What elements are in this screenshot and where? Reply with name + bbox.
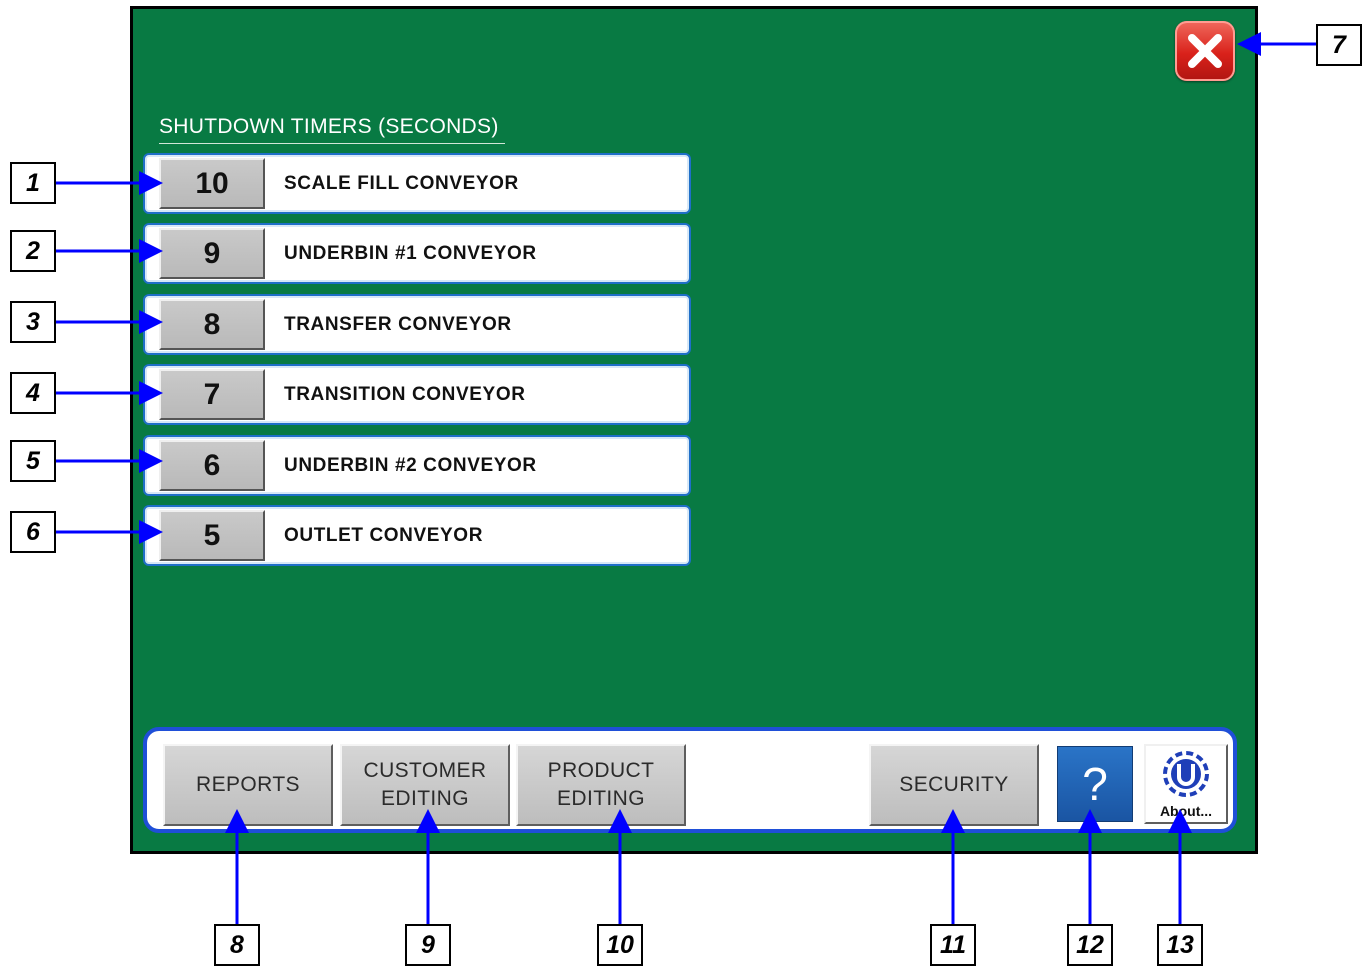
callout-7: 7 <box>1316 24 1362 66</box>
callout-5: 5 <box>10 440 56 482</box>
callout-3: 3 <box>10 301 56 343</box>
callout-2: 2 <box>10 230 56 272</box>
callout-8: 8 <box>214 924 260 966</box>
callout-1: 1 <box>10 162 56 204</box>
callout-10: 10 <box>597 924 643 966</box>
callout-13: 13 <box>1157 924 1203 966</box>
callout-11: 11 <box>930 924 976 966</box>
callout-arrows <box>56 32 1316 924</box>
callout-12: 12 <box>1067 924 1113 966</box>
callout-4: 4 <box>10 372 56 414</box>
callout-6: 6 <box>10 511 56 553</box>
callout-9: 9 <box>405 924 451 966</box>
